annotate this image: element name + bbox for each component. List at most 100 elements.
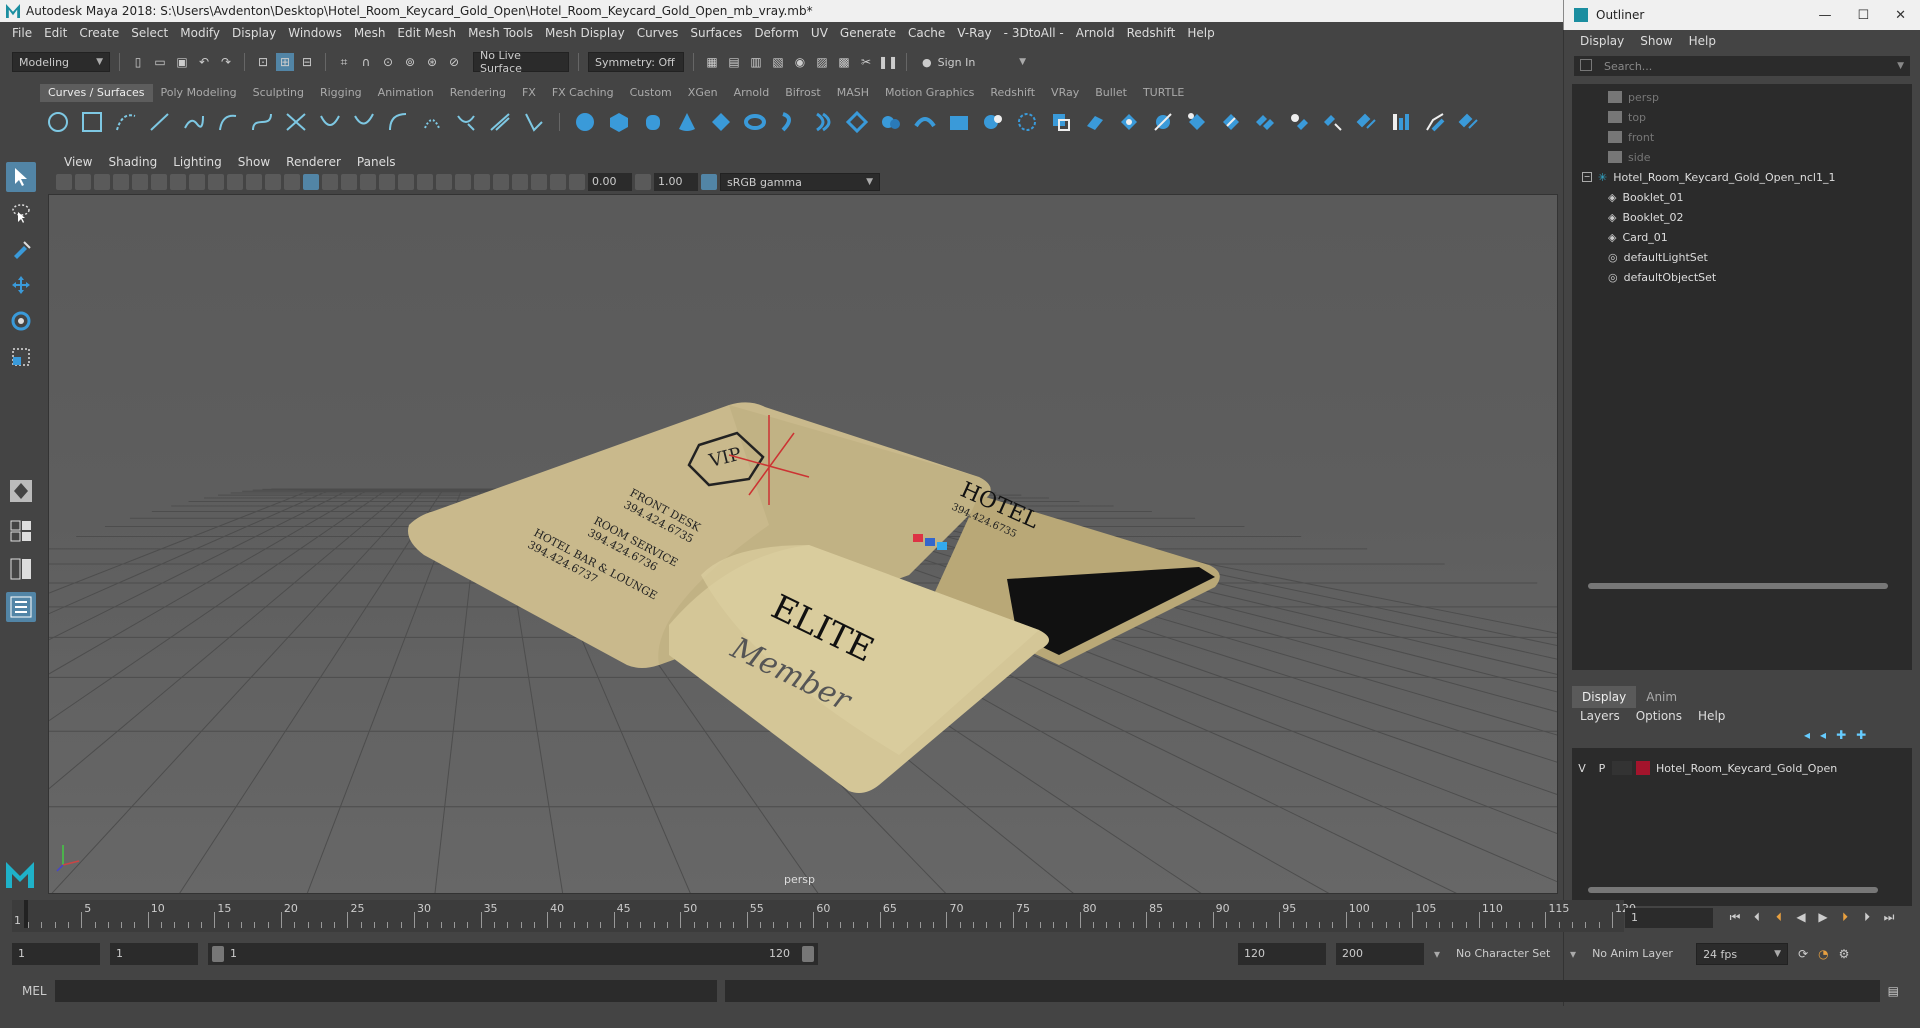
menu-display[interactable]: Display	[226, 26, 282, 40]
step-forward-frame-icon[interactable]: ⏵	[1837, 908, 1853, 926]
fps-dropdown[interactable]: 24 fps ▼	[1696, 943, 1789, 965]
2d-pan-zoom-icon[interactable]	[132, 174, 148, 190]
detach-surfaces-icon[interactable]	[1285, 108, 1313, 136]
outliner-item-side[interactable]: side	[1608, 148, 1651, 166]
menu-edit[interactable]: Edit	[38, 26, 73, 40]
shelf-tab-curves-surfaces[interactable]: Curves / Surfaces	[40, 84, 153, 102]
scale-tool-icon[interactable]	[6, 342, 36, 372]
use-all-lights-icon[interactable]	[379, 174, 395, 190]
outliner-item-default-object-set[interactable]: ◎ defaultObjectSet	[1608, 268, 1716, 286]
shelf-tab-turtle[interactable]: TURTLE	[1135, 84, 1192, 102]
shelf-tab-animation[interactable]: Animation	[370, 84, 442, 102]
loop-icon[interactable]: ⟳	[1798, 947, 1808, 961]
outliner-item-booklet-01[interactable]: ◈ Booklet_01	[1608, 188, 1683, 206]
shadows-icon[interactable]	[398, 174, 414, 190]
sign-in-button[interactable]: ● Sign In ▼	[916, 52, 1032, 72]
menu-3dtoall[interactable]: - 3DtoAll -	[998, 26, 1070, 40]
grease-pencil-icon[interactable]	[151, 174, 167, 190]
safe-action-icon[interactable]	[265, 174, 281, 190]
viewport-menu-shading[interactable]: Shading	[100, 155, 165, 169]
menu-windows[interactable]: Windows	[282, 26, 348, 40]
snap-view-icon[interactable]: ⊚	[401, 53, 419, 71]
ipr-render-icon[interactable]: ▥	[747, 53, 765, 71]
wireframe-icon[interactable]	[284, 174, 300, 190]
shelf-tab-redshift[interactable]: Redshift	[982, 84, 1043, 102]
depth-of-field-icon[interactable]	[474, 174, 490, 190]
viewport-menu-lighting[interactable]: Lighting	[165, 155, 230, 169]
step-back-key-icon[interactable]: ⏴	[1749, 908, 1765, 926]
planar-icon[interactable]	[843, 108, 871, 136]
menu-edit-mesh[interactable]: Edit Mesh	[391, 26, 462, 40]
fillet-curve-icon[interactable]	[520, 108, 548, 136]
layer-tab-display[interactable]: Display	[1572, 686, 1637, 708]
last-tool-icon[interactable]	[6, 476, 36, 506]
wireframe-on-shaded-icon[interactable]	[341, 174, 357, 190]
shelf-tab-rendering[interactable]: Rendering	[442, 84, 514, 102]
gamma-field[interactable]: 1.00	[654, 173, 698, 191]
range-start-handle[interactable]	[212, 946, 224, 962]
layer-menu-layers[interactable]: Layers	[1572, 706, 1628, 726]
redo-icon[interactable]: ↷	[217, 53, 235, 71]
menu-create[interactable]: Create	[73, 26, 125, 40]
command-input[interactable]	[54, 980, 717, 1002]
animation-start-field[interactable]: 1	[12, 943, 100, 965]
shelf-tab-motion-graphics[interactable]: Motion Graphics	[877, 84, 982, 102]
vray-settings-icon[interactable]: ✂	[857, 53, 875, 71]
menu-generate[interactable]: Generate	[834, 26, 902, 40]
layer-menu-help[interactable]: Help	[1690, 706, 1733, 726]
animation-prefs-icon[interactable]: ⚙	[1839, 947, 1850, 961]
outliner-item-front[interactable]: front	[1608, 128, 1654, 146]
shelf-tab-sculpting[interactable]: Sculpting	[245, 84, 312, 102]
new-layer-icon[interactable]: ✚	[1836, 728, 1846, 742]
menu-cache[interactable]: Cache	[902, 26, 951, 40]
outliner-search-input[interactable]: Search... ▼	[1574, 56, 1910, 76]
surface-editing-icon[interactable]	[1421, 108, 1449, 136]
image-plane-icon[interactable]	[113, 174, 129, 190]
shelf-tab-fx[interactable]: FX	[514, 84, 544, 102]
view-transform-dropdown[interactable]: sRGB gamma ▼	[720, 173, 880, 191]
move-layer-down-icon[interactable]: ◂	[1820, 728, 1826, 742]
exposure-icon[interactable]	[569, 174, 585, 190]
playback-end-field[interactable]: 120	[1238, 943, 1326, 965]
xray-joints-icon[interactable]	[531, 174, 547, 190]
nurbs-torus-icon[interactable]	[741, 108, 769, 136]
arc-tool-icon[interactable]	[214, 108, 242, 136]
layer-menu-options[interactable]: Options	[1628, 706, 1690, 726]
step-back-frame-icon[interactable]: ⏴	[1771, 908, 1787, 926]
shelf-tab-fx-caching[interactable]: FX Caching	[544, 84, 622, 102]
nurbs-circle-icon[interactable]	[44, 108, 72, 136]
minimize-icon[interactable]: —	[1818, 8, 1831, 23]
auto-key-icon[interactable]: ◔	[1818, 947, 1828, 961]
layer-row[interactable]: V P Hotel_Room_Keycard_Gold_Open	[1572, 758, 1912, 778]
outliner-horizontal-scrollbar[interactable]	[1572, 580, 1912, 592]
viewport-menu-panels[interactable]: Panels	[349, 155, 404, 169]
square-surface-icon[interactable]	[979, 108, 1007, 136]
nurbs-cone-icon[interactable]	[673, 108, 701, 136]
isolate-select-icon[interactable]	[493, 174, 509, 190]
scrollbar-thumb[interactable]	[1588, 887, 1878, 893]
pause-icon[interactable]: ❚❚	[878, 53, 898, 71]
nurbs-plane-icon[interactable]	[707, 108, 735, 136]
time-slider[interactable]: 1 5 10 15 20 25 30 35 40 45 50 55 60 65 70 75 80 85 90 95 1…	[12, 900, 1636, 932]
viewport-menu-show[interactable]: Show	[230, 155, 278, 169]
grid-icon[interactable]	[170, 174, 186, 190]
sculpt-geometry-icon[interactable]	[1387, 108, 1415, 136]
shelf-tab-custom[interactable]: Custom	[622, 84, 680, 102]
move-layer-up-icon[interactable]: ◂	[1804, 728, 1810, 742]
vray-frame-buffer-icon[interactable]: ▩	[835, 53, 853, 71]
vray-render-icon[interactable]: ◉	[791, 53, 809, 71]
menu-curves[interactable]: Curves	[631, 26, 685, 40]
menu-mesh-tools[interactable]: Mesh Tools	[462, 26, 539, 40]
insert-isoparm-icon[interactable]	[1217, 108, 1245, 136]
project-curve-icon[interactable]	[1081, 108, 1109, 136]
layer-playback-toggle[interactable]: P	[1592, 762, 1612, 775]
color-management-icon[interactable]	[701, 174, 717, 190]
menu-modify[interactable]: Modify	[174, 26, 226, 40]
menu-deform[interactable]: Deform	[748, 26, 805, 40]
viewport-menu-renderer[interactable]: Renderer	[278, 155, 349, 169]
bend-deformer-icon[interactable]	[1455, 108, 1483, 136]
perspective-viewport[interactable]: VIP FRONT DESK 394.424.6735 ROOM SERVICE…	[48, 194, 1558, 894]
snap-pivot-icon[interactable]: ⊘	[445, 53, 463, 71]
command-language-toggle[interactable]: MEL	[22, 984, 47, 998]
current-frame-field[interactable]: 1	[1625, 908, 1713, 928]
